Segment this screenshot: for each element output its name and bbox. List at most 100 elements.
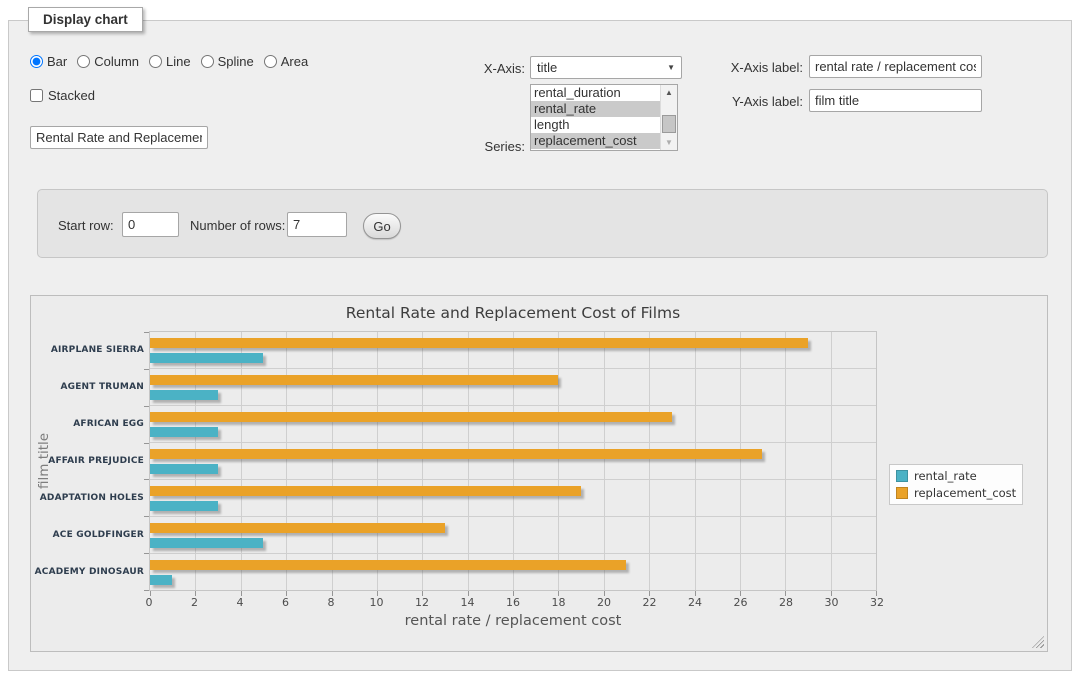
x-axis-title: rental rate / replacement cost bbox=[149, 613, 877, 629]
chart-type-radio-column[interactable] bbox=[77, 55, 90, 68]
chart-type-option-area[interactable]: Area bbox=[264, 54, 308, 69]
scrollbar-thumb[interactable] bbox=[662, 115, 676, 133]
chart-type-option-spline[interactable]: Spline bbox=[201, 54, 254, 69]
y-tick-mark bbox=[144, 553, 149, 554]
bar-replacement_cost bbox=[150, 523, 445, 533]
legend-label: rental_rate bbox=[914, 469, 977, 483]
x-axis-select-label: X-Axis: bbox=[445, 61, 525, 76]
chart-category-row: AGENT TRUMAN bbox=[150, 369, 876, 406]
start-row-label: Start row: bbox=[58, 218, 114, 233]
chart-type-option-label: Spline bbox=[218, 54, 254, 69]
y-tick-mark bbox=[144, 516, 149, 517]
category-label: ACE GOLDFINGER bbox=[24, 530, 144, 540]
x-axis-select[interactable]: title ▼ bbox=[530, 56, 682, 79]
chart-type-option-label: Area bbox=[281, 54, 308, 69]
bar-replacement_cost bbox=[150, 486, 581, 496]
x-tick-label: 12 bbox=[415, 596, 429, 609]
chart-type-radio-line[interactable] bbox=[149, 55, 162, 68]
chart-panel: Rental Rate and Replacement Cost of Film… bbox=[30, 295, 1048, 652]
chart-type-radio-bar[interactable] bbox=[30, 55, 43, 68]
y-tick-mark bbox=[144, 479, 149, 480]
x-tick-label: 24 bbox=[688, 596, 702, 609]
resize-handle-icon[interactable] bbox=[1032, 636, 1044, 648]
legend-item: rental_rate bbox=[896, 469, 1016, 483]
series-options: rental_durationrental_ratelengthreplacem… bbox=[531, 85, 660, 150]
dropdown-arrow-icon: ▼ bbox=[667, 63, 675, 72]
stacked-option[interactable]: Stacked bbox=[30, 88, 95, 103]
y-tick-mark bbox=[144, 369, 149, 370]
series-option-replacement_cost[interactable]: replacement_cost bbox=[531, 133, 660, 149]
row-params-panel: Start row: Number of rows: Go bbox=[37, 189, 1048, 258]
chart-category-row: ACADEMY DINOSAUR bbox=[150, 554, 876, 590]
x-tick-label: 26 bbox=[734, 596, 748, 609]
category-label: ACADEMY DINOSAUR bbox=[24, 567, 144, 577]
x-tick-label: 6 bbox=[282, 596, 289, 609]
chart-category-row: ADAPTATION HOLES bbox=[150, 480, 876, 517]
stacked-label: Stacked bbox=[48, 88, 95, 103]
x-tick-label: 8 bbox=[328, 596, 335, 609]
series-scrollbar[interactable]: ▲ ▼ bbox=[660, 85, 677, 150]
y-tick-mark bbox=[144, 590, 149, 591]
bar-rental_rate bbox=[150, 390, 218, 400]
chart-type-radio-area[interactable] bbox=[264, 55, 277, 68]
category-label: AIRPLANE SIERRA bbox=[24, 345, 144, 355]
stacked-checkbox[interactable] bbox=[30, 89, 43, 102]
bar-rental_rate bbox=[150, 538, 263, 548]
chart-type-group: Bar Column Line Spline Area bbox=[30, 54, 308, 69]
chart-category-row: ACE GOLDFINGER bbox=[150, 517, 876, 554]
legend-label: replacement_cost bbox=[914, 486, 1016, 500]
x-tick-label: 10 bbox=[370, 596, 384, 609]
chart-category-row: AIRPLANE SIERRA bbox=[150, 332, 876, 369]
y-axis-label-label: Y-Axis label: bbox=[715, 94, 803, 109]
x-tick-label: 4 bbox=[237, 596, 244, 609]
y-tick-mark bbox=[144, 332, 149, 333]
num-rows-input[interactable] bbox=[287, 212, 347, 237]
bar-rental_rate bbox=[150, 353, 263, 363]
chart-title: Rental Rate and Replacement Cost of Film… bbox=[149, 304, 877, 322]
chart-type-option-column[interactable]: Column bbox=[77, 54, 139, 69]
bar-replacement_cost bbox=[150, 449, 762, 459]
scroll-down-icon[interactable]: ▼ bbox=[661, 135, 677, 150]
category-label: AFFAIR PREJUDICE bbox=[24, 456, 144, 466]
legend-swatch-replacement_cost bbox=[896, 487, 908, 499]
chart-type-radio-spline[interactable] bbox=[201, 55, 214, 68]
x-axis-label-label: X-Axis label: bbox=[715, 60, 803, 75]
bar-rental_rate bbox=[150, 575, 172, 585]
bar-replacement_cost bbox=[150, 375, 558, 385]
x-axis-label-input[interactable] bbox=[809, 55, 982, 78]
fieldset-legend-title: Display chart bbox=[28, 7, 143, 32]
y-tick-mark bbox=[144, 443, 149, 444]
legend-swatch-rental_rate bbox=[896, 470, 908, 482]
legend-item: replacement_cost bbox=[896, 486, 1016, 500]
go-button[interactable]: Go bbox=[363, 213, 401, 239]
series-listbox[interactable]: rental_durationrental_ratelengthreplacem… bbox=[530, 84, 678, 151]
bar-rental_rate bbox=[150, 427, 218, 437]
series-select-label: Series: bbox=[445, 139, 525, 154]
x-tick-label: 0 bbox=[146, 596, 153, 609]
x-axis-selected-value: title bbox=[537, 60, 667, 75]
bar-replacement_cost bbox=[150, 560, 626, 570]
chart-title-input[interactable] bbox=[30, 126, 208, 149]
x-tick-label: 22 bbox=[643, 596, 657, 609]
series-option-rental_rate[interactable]: rental_rate bbox=[531, 101, 660, 117]
app-root: Display chart Bar Column Line Spline Area St… bbox=[0, 0, 1081, 681]
x-tick-labels: 02468101214161820222426283032 bbox=[149, 596, 877, 610]
x-tick-label: 32 bbox=[870, 596, 884, 609]
chart-type-option-line[interactable]: Line bbox=[149, 54, 191, 69]
chart-category-row: AFRICAN EGG bbox=[150, 406, 876, 443]
category-label: AGENT TRUMAN bbox=[24, 382, 144, 392]
x-tick-label: 20 bbox=[597, 596, 611, 609]
chart-type-option-label: Bar bbox=[47, 54, 67, 69]
category-label: ADAPTATION HOLES bbox=[24, 493, 144, 503]
chart-legend: rental_rate replacement_cost bbox=[889, 464, 1023, 505]
scroll-up-icon[interactable]: ▲ bbox=[661, 85, 677, 100]
start-row-input[interactable] bbox=[122, 212, 179, 237]
chart-type-option-bar[interactable]: Bar bbox=[30, 54, 67, 69]
num-rows-label: Number of rows: bbox=[190, 218, 285, 233]
chart-type-option-label: Column bbox=[94, 54, 139, 69]
x-tick-label: 2 bbox=[191, 596, 198, 609]
series-option-length[interactable]: length bbox=[531, 117, 660, 133]
x-tick-label: 16 bbox=[506, 596, 520, 609]
y-axis-label-input[interactable] bbox=[809, 89, 982, 112]
series-option-rental_duration[interactable]: rental_duration bbox=[531, 85, 660, 101]
